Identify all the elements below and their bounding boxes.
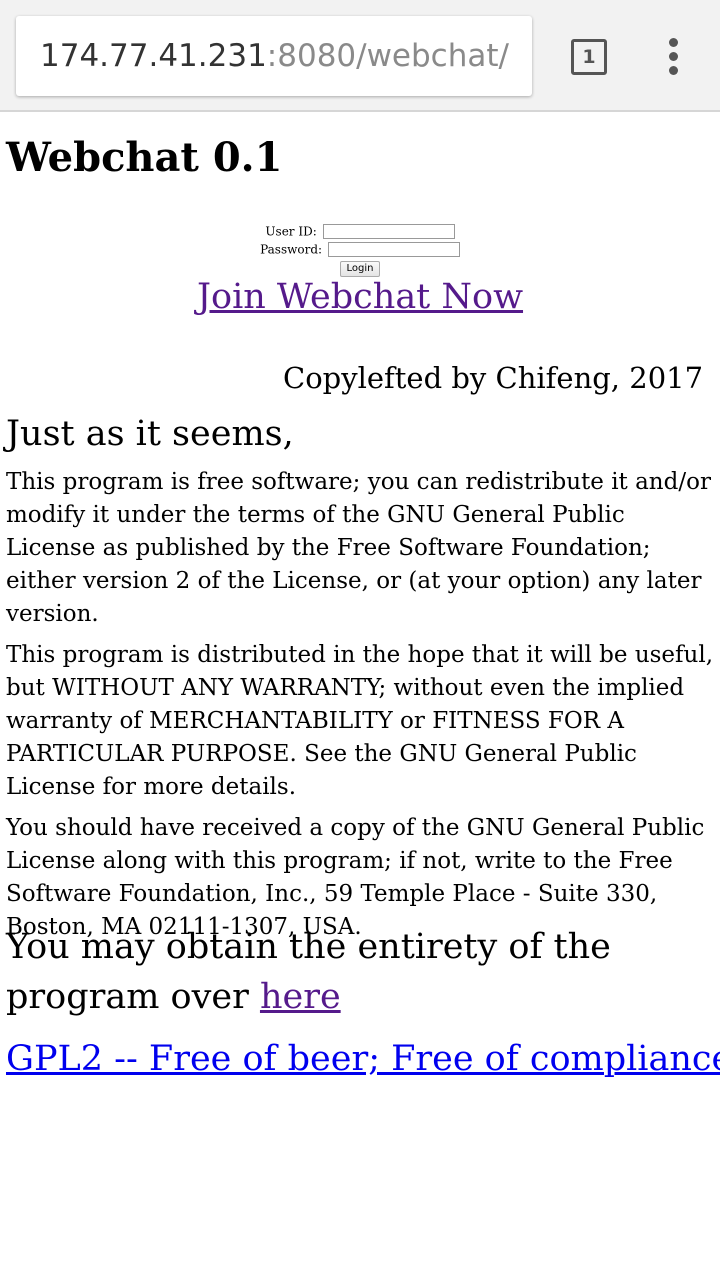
password-row: Password: bbox=[0, 240, 720, 258]
copyright-text: Copylefted by Chifeng, 2017 bbox=[283, 361, 704, 395]
url-path: :8080/webchat/ bbox=[266, 38, 509, 74]
gpl-link[interactable]: GPL2 -- Free of beer; Free of compliance… bbox=[6, 1039, 720, 1079]
page-title: Webchat 0.1 bbox=[6, 134, 283, 181]
login-form: User ID: Password: Login bbox=[0, 222, 720, 277]
overflow-menu-icon[interactable] bbox=[664, 38, 684, 75]
url-host: 174.77.41.231 bbox=[40, 38, 267, 74]
seems-heading: Just as it seems, bbox=[6, 414, 294, 454]
license-paragraph: This program is distributed in the hope … bbox=[6, 642, 714, 800]
license-paragraph: This program is free software; you can r… bbox=[6, 469, 711, 627]
browser-toolbar: 174.77.41.231:8080/webchat/ 1 bbox=[0, 0, 720, 112]
password-input[interactable] bbox=[327, 242, 460, 257]
password-label: Password: bbox=[260, 242, 323, 257]
user-id-row: User ID: bbox=[0, 222, 720, 240]
user-id-label: User ID: bbox=[265, 224, 317, 239]
download-here-link[interactable]: here bbox=[260, 977, 341, 1017]
join-section: Join Webchat Now bbox=[0, 272, 720, 322]
join-webchat-link[interactable]: Join Webchat Now bbox=[197, 277, 523, 317]
license-text: This program is free software; you can r… bbox=[6, 466, 716, 952]
obtain-section: You may obtain the entirety of the progr… bbox=[6, 922, 706, 1022]
user-id-input[interactable] bbox=[322, 224, 455, 239]
address-bar[interactable]: 174.77.41.231:8080/webchat/ bbox=[16, 16, 532, 96]
tab-switcher-button[interactable]: 1 bbox=[571, 39, 607, 75]
gpl-section: GPL2 -- Free of beer; Free of compliance… bbox=[6, 1034, 720, 1084]
